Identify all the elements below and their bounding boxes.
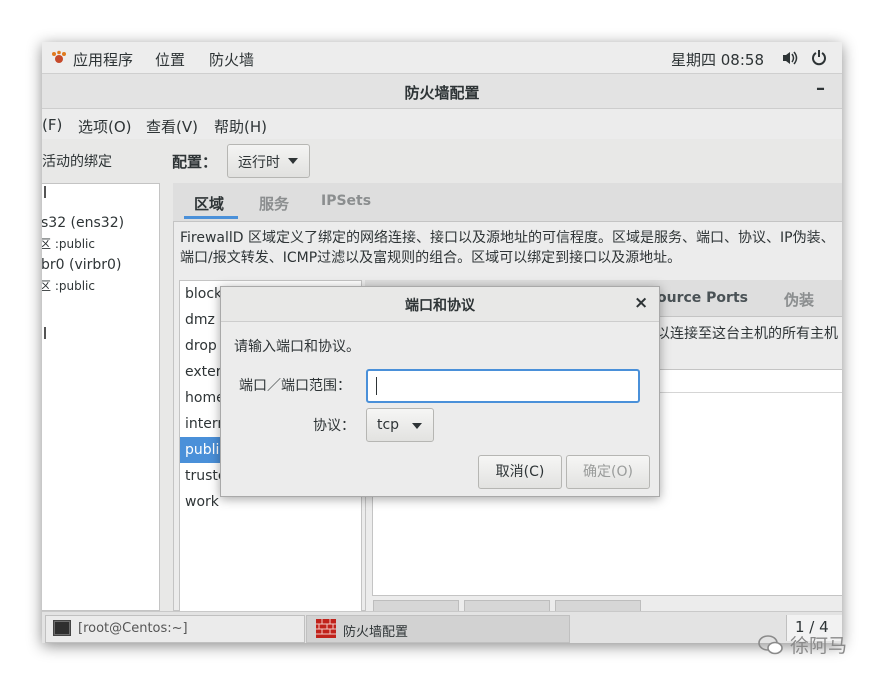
power-icon[interactable] <box>811 49 827 66</box>
task-firewall-config[interactable]: 防火墙配置 <box>306 615 570 643</box>
zone-value: public <box>58 237 95 251</box>
port-input[interactable] <box>366 369 640 403</box>
zone-value: public <box>58 279 95 293</box>
port-protocol-dialog: 端口和协议 × 请输入端口和协议。 端口／端口范围： 协议： tcp 取消(C)… <box>220 286 660 497</box>
menu-view[interactable]: 查看(V) <box>146 116 198 137</box>
tree-expander-icon[interactable] <box>42 327 46 339</box>
active-bindings-list: s32 (ens32) 区 :public br0 (virbr0) 区 :pu… <box>42 183 160 611</box>
chevron-down-icon <box>412 423 422 429</box>
tree-expander-icon[interactable] <box>42 186 46 198</box>
top-bar: 应用程序 位置 防火墙 星期四 08:58 <box>42 42 842 74</box>
close-icon[interactable]: × <box>634 293 648 313</box>
window-titlebar: 防火墙配置 – <box>42 74 842 109</box>
connection-name[interactable]: br0 (virbr0) <box>42 257 121 273</box>
ok-button[interactable]: 确定(O) <box>566 455 650 489</box>
port-label: 端口／端口范围： <box>239 378 351 394</box>
places-menu[interactable]: 位置 <box>155 49 185 70</box>
menu-options[interactable]: 选项(O) <box>78 116 132 137</box>
active-bindings-heading: 活动的绑定 <box>42 154 112 170</box>
firewall-icon <box>316 619 336 638</box>
gnome-foot-icon[interactable] <box>51 50 67 66</box>
desktop-screen: 应用程序 位置 防火墙 星期四 08:58 防火墙配置 – (F) 选项(O) … <box>42 42 842 643</box>
dialog-prompt: 请输入端口和协议。 <box>234 339 360 355</box>
tab-masquerading[interactable]: 伪装 <box>784 289 814 310</box>
config-dropdown[interactable]: 运行时 <box>227 144 310 178</box>
zone-label: 区 : <box>42 279 59 293</box>
watermark-text: 徐阿马 <box>790 635 848 657</box>
terminal-icon <box>53 620 71 636</box>
task-terminal[interactable]: [root@Centos:~] <box>45 615 305 643</box>
clock[interactable]: 星期四 08:58 <box>671 49 764 70</box>
cancel-button[interactable]: 取消(C) <box>478 455 562 489</box>
taskbar: [root@Centos:~] 防火墙配置 1 / 4 <box>42 611 842 643</box>
settings-description: 以连接至这台主机的所有主机 <box>656 326 838 342</box>
connection-zone: 区 :public <box>42 277 95 294</box>
firewall-app-menu[interactable]: 防火墙 <box>209 49 254 70</box>
dialog-header: 端口和协议 × <box>221 287 659 322</box>
wechat-icon <box>758 635 783 655</box>
menu-file[interactable]: (F) <box>42 116 62 134</box>
task-label: [root@Centos:~] <box>78 621 188 636</box>
volume-icon[interactable] <box>781 50 799 66</box>
active-tab-indicator <box>184 216 238 219</box>
protocol-value: tcp <box>377 417 400 433</box>
menu-bar: (F) 选项(O) 查看(V) 帮助(H) <box>42 109 842 139</box>
protocol-dropdown[interactable]: tcp <box>366 408 434 442</box>
tab-ipsets[interactable]: IPSets <box>321 193 371 209</box>
tab-source-ports[interactable]: ource Ports <box>657 290 748 306</box>
zones-description: FirewallD 区域定义了绑定的网络连接、接口以及源地址的可信程度。区域是服… <box>180 230 835 266</box>
dialog-title: 端口和协议 <box>405 298 475 314</box>
connection-zone: 区 :public <box>42 235 95 252</box>
applications-menu[interactable]: 应用程序 <box>73 49 133 70</box>
chevron-down-icon <box>288 158 298 164</box>
zone-label: 区 : <box>42 237 59 251</box>
menu-help[interactable]: 帮助(H) <box>214 116 267 137</box>
task-label: 防火墙配置 <box>343 625 409 640</box>
connection-name[interactable]: s32 (ens32) <box>42 215 124 231</box>
tab-services[interactable]: 服务 <box>259 193 289 214</box>
minimize-button[interactable]: – <box>816 78 825 99</box>
text-caret <box>376 377 377 395</box>
protocol-label: 协议： <box>313 418 355 434</box>
main-tabs: 区域 服务 IPSets <box>173 183 842 222</box>
config-label: 配置： <box>172 153 218 171</box>
window-title: 防火墙配置 <box>404 84 480 102</box>
tab-zones[interactable]: 区域 <box>194 193 224 214</box>
config-value: 运行时 <box>238 155 280 171</box>
